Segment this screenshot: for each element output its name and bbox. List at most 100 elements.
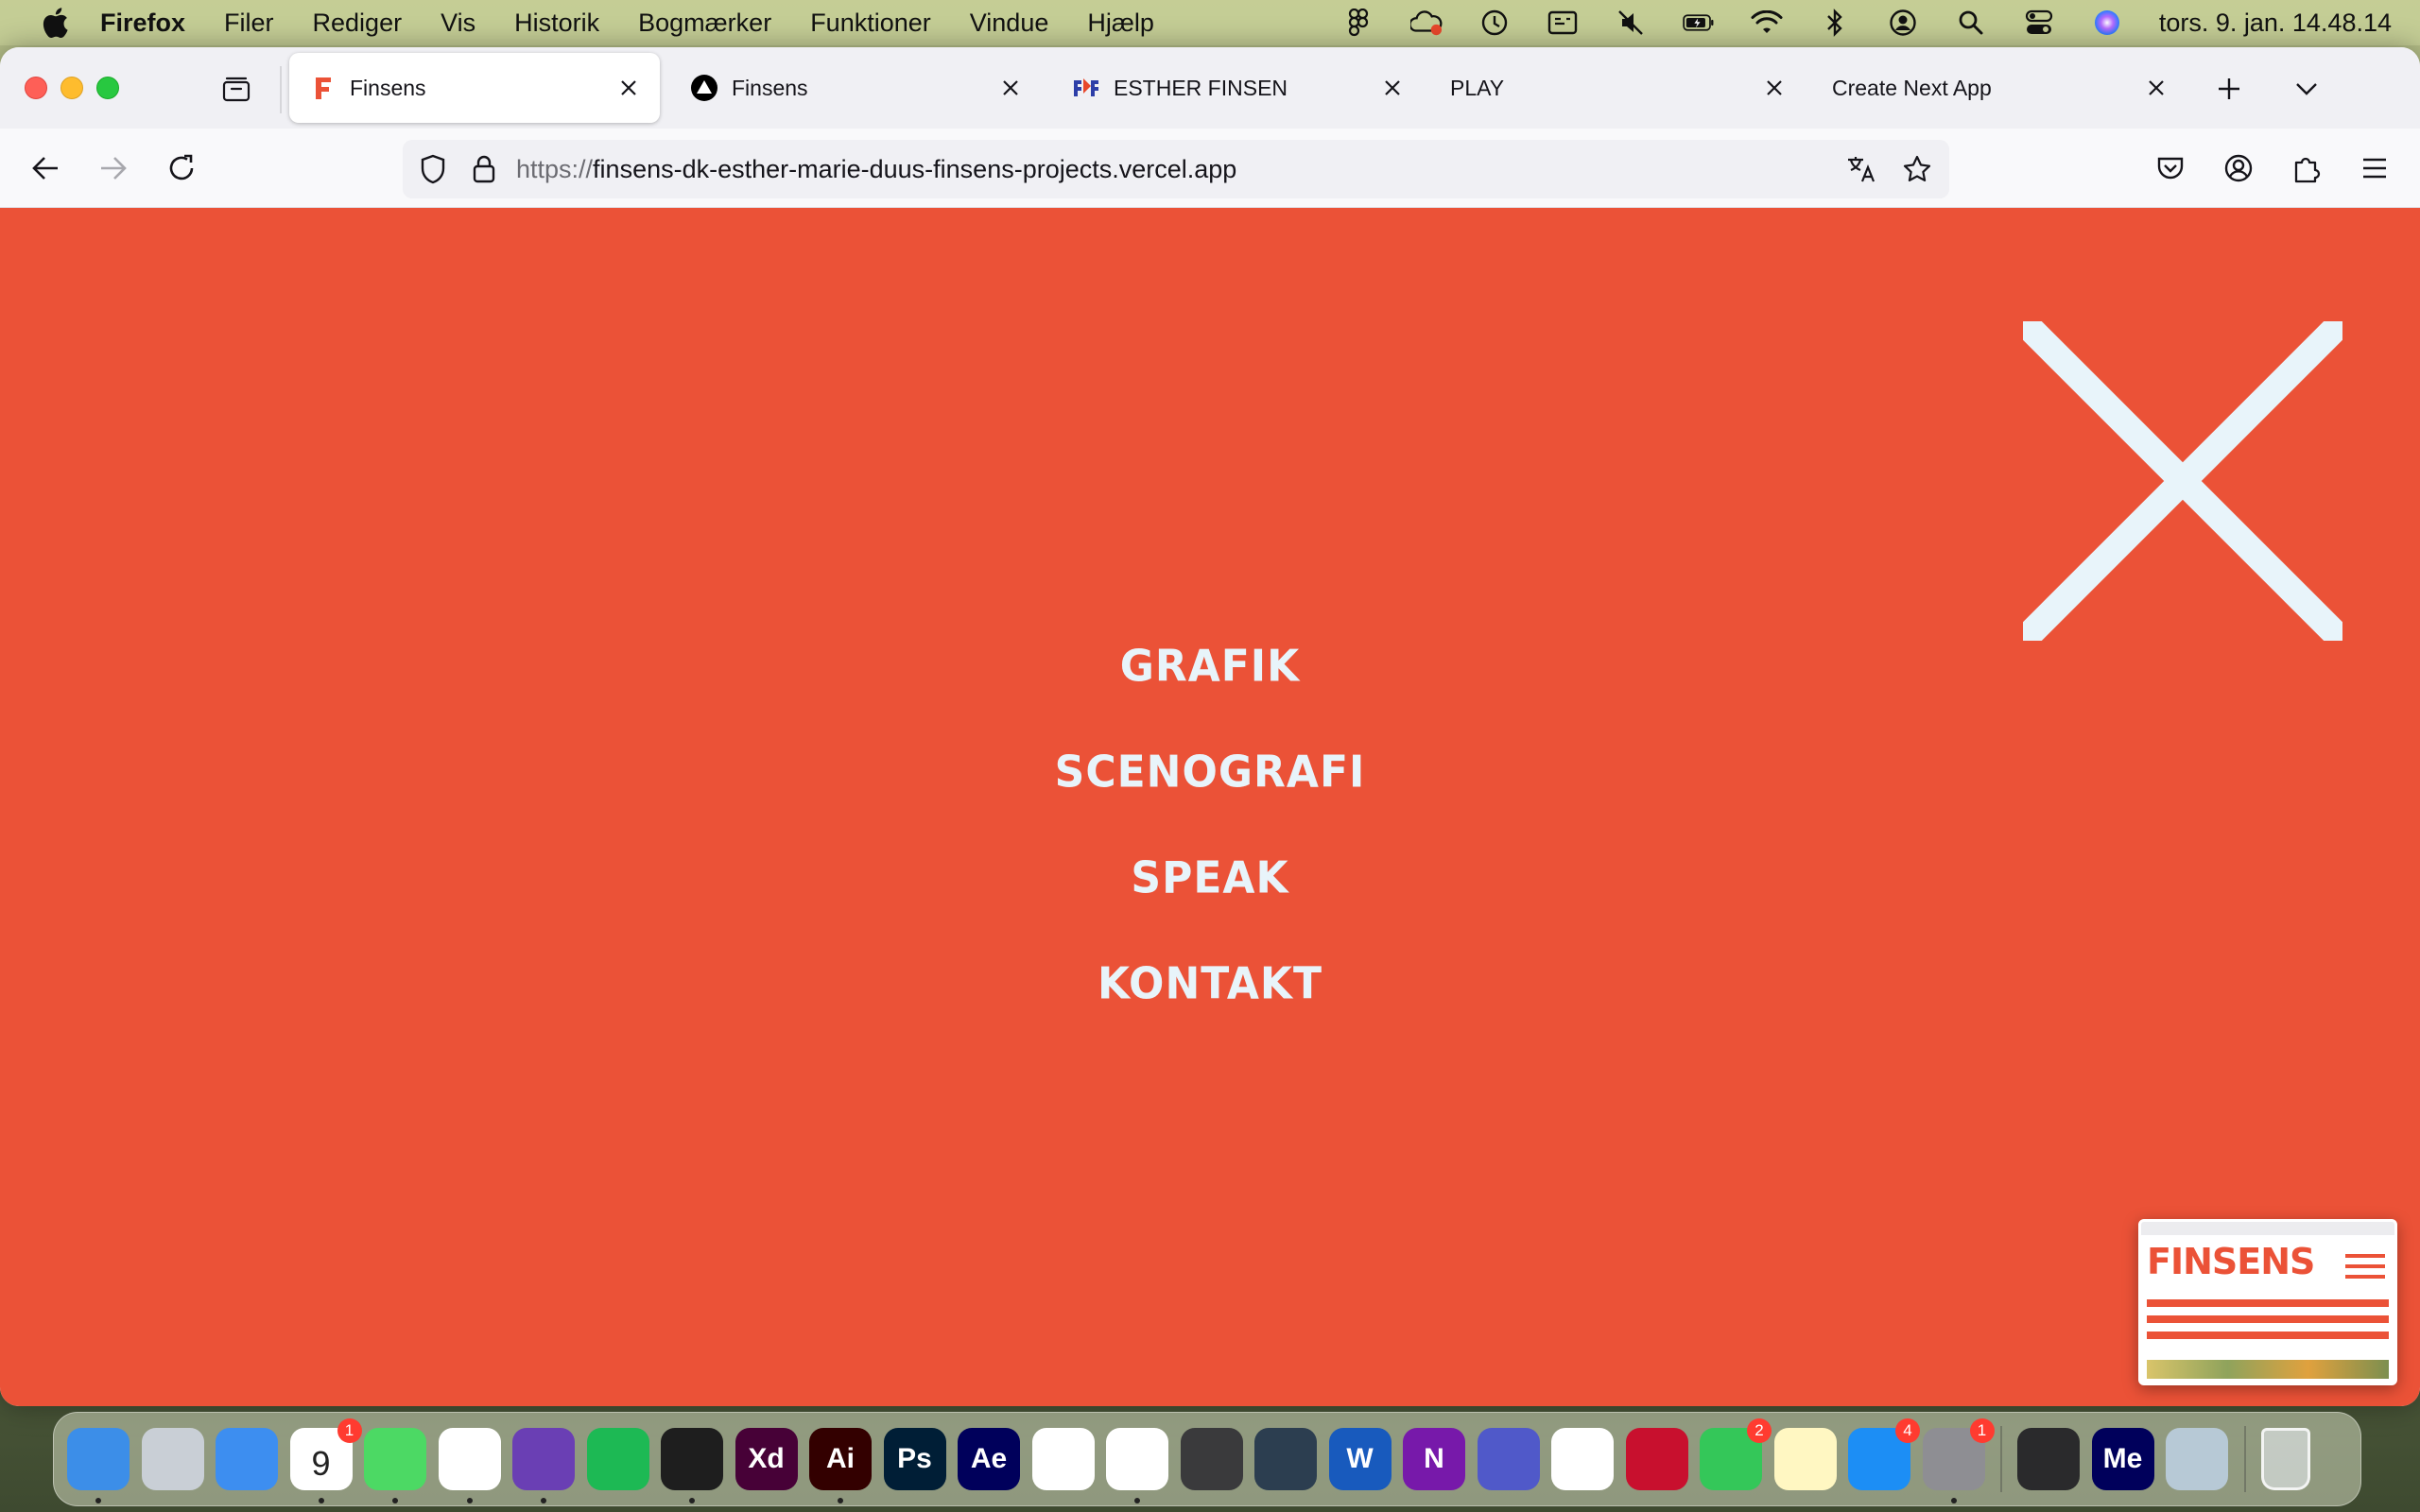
dock-finder-icon[interactable] <box>67 1428 130 1503</box>
translate-icon[interactable] <box>1845 152 1879 186</box>
thumbnail-browser-chrome <box>2141 1222 2394 1235</box>
url-text[interactable]: https://finsens-dk-esther-marie-duus-fin… <box>516 155 1845 184</box>
close-menu-x-icon[interactable] <box>2023 321 2342 641</box>
menu-historik[interactable]: Historik <box>514 9 599 38</box>
dock-spotify-icon[interactable] <box>586 1428 649 1490</box>
dock-media-encoder-icon[interactable]: Me <box>2091 1428 2154 1490</box>
wifi-icon[interactable] <box>1751 7 1783 39</box>
dock-word-icon[interactable]: W <box>1328 1428 1392 1490</box>
menu-vindue[interactable]: Vindue <box>970 9 1049 38</box>
dock-preview-icon[interactable] <box>2166 1428 2228 1490</box>
menu-bogmaerker[interactable]: Bogmærker <box>638 9 771 38</box>
reload-icon[interactable] <box>163 149 200 187</box>
dock-chrome-icon[interactable] <box>438 1428 501 1503</box>
vercel-triangle-icon <box>690 74 718 102</box>
account-icon[interactable] <box>2220 149 2257 187</box>
close-tab-icon[interactable] <box>1760 74 1789 102</box>
dock-teams-icon[interactable] <box>1477 1428 1540 1490</box>
spotlight-icon[interactable] <box>1955 7 1987 39</box>
dock-quicktime-icon[interactable] <box>2017 1428 2080 1490</box>
dock-app-store-icon[interactable]: 4 <box>1848 1418 1920 1490</box>
battery-icon[interactable] <box>1683 7 1715 39</box>
dock-photoshop-icon[interactable]: Ps <box>883 1428 946 1490</box>
menu-app-name[interactable]: Firefox <box>100 9 185 38</box>
dock-illustrator-icon[interactable]: Ai <box>809 1428 872 1503</box>
nav-link-speak[interactable]: SPEAK <box>1131 823 1288 935</box>
dock-system-settings-badge: 1 <box>1969 1418 1995 1443</box>
dock-separator <box>2000 1426 2002 1492</box>
menu-filer[interactable]: Filer <box>224 9 274 38</box>
dock-launchpad-icon[interactable] <box>141 1428 204 1490</box>
tab-finsens-active[interactable]: Finsens <box>289 53 660 123</box>
firefox-view-icon[interactable] <box>219 72 253 106</box>
menu-vis[interactable]: Vis <box>441 9 475 38</box>
close-window-button[interactable] <box>25 77 47 99</box>
dock-photos-icon[interactable] <box>1551 1428 1614 1490</box>
dock-after-effects-icon[interactable]: Ae <box>958 1428 1020 1490</box>
dock-system-settings-icon[interactable]: 1 <box>1922 1418 1995 1503</box>
nav-link-scenografi[interactable]: SCENOGRAFI <box>1055 717 1366 829</box>
dock-photo-booth-icon[interactable] <box>1625 1428 1688 1490</box>
minimize-window-button[interactable] <box>60 77 83 99</box>
timemachine-icon[interactable] <box>1478 7 1511 39</box>
dock-safari-dev-icon[interactable] <box>1180 1428 1243 1490</box>
dock-calendar-label: 9 <box>311 1444 331 1483</box>
nav-link-grafik[interactable]: GRAFIK <box>1120 611 1301 723</box>
zoom-window-button[interactable] <box>96 77 119 99</box>
dock-facetime-icon[interactable]: 2 <box>1700 1418 1772 1490</box>
pocket-icon[interactable] <box>2152 149 2189 187</box>
close-tab-icon[interactable] <box>614 74 643 102</box>
screenshot-thumbnail-preview[interactable]: FINSENS <box>2138 1219 2397 1385</box>
mute-icon[interactable] <box>1615 7 1647 39</box>
dock-notes-icon[interactable] <box>1773 1428 1837 1490</box>
dock-onenote-icon[interactable]: N <box>1403 1428 1465 1490</box>
hamburger-menu-icon[interactable] <box>2356 149 2394 187</box>
siri-icon[interactable] <box>2091 7 2123 39</box>
dock-creative-cloud-icon[interactable] <box>1031 1428 1095 1490</box>
back-arrow-icon[interactable] <box>26 149 64 187</box>
creative-cloud-icon[interactable] <box>1409 7 1443 39</box>
menubar-clock[interactable]: tors. 9. jan. 14.48.14 <box>2159 9 2392 38</box>
dock-paper-plane-icon[interactable] <box>1254 1428 1317 1490</box>
menu-rediger[interactable]: Rediger <box>313 9 403 38</box>
dock-adobe-xd-label: Xd <box>748 1443 785 1474</box>
address-bar[interactable]: https://finsens-dk-esther-marie-duus-fin… <box>403 140 1949 198</box>
menu-funktioner[interactable]: Funktioner <box>810 9 931 38</box>
list-all-tabs-chevron-icon[interactable] <box>2290 72 2324 106</box>
close-tab-icon[interactable] <box>2142 74 2170 102</box>
control-center-icon[interactable] <box>2023 7 2055 39</box>
dock-figma-icon[interactable] <box>661 1428 723 1503</box>
tab-create-next-app[interactable]: Create Next App <box>1817 53 2187 123</box>
tab-strip: Finsens Finsens ESTHER FINSEN PLAY Creat… <box>0 47 2420 129</box>
tab-finsens-vercel[interactable]: Finsens <box>671 53 1042 123</box>
dock-adobe-xd-icon[interactable]: Xd <box>735 1428 798 1490</box>
forward-arrow-icon[interactable] <box>95 149 132 187</box>
bluetooth-icon[interactable] <box>1819 7 1851 39</box>
nav-link-kontakt[interactable]: KONTAKT <box>1098 929 1322 1040</box>
tracking-protection-shield-icon[interactable] <box>416 152 450 186</box>
extensions-puzzle-icon[interactable] <box>2288 149 2325 187</box>
close-tab-icon[interactable] <box>1378 74 1407 102</box>
tab-title: Finsens <box>350 75 426 100</box>
dock-running-indicator <box>1134 1498 1140 1503</box>
lock-icon[interactable] <box>467 152 501 186</box>
tab-play[interactable]: PLAY <box>1435 53 1806 123</box>
dock-trash-icon[interactable] <box>2260 1428 2310 1490</box>
menu-hjaelp[interactable]: Hjælp <box>1087 9 1154 38</box>
dock-vscode-icon[interactable] <box>1106 1428 1168 1503</box>
tab-esther-finsen[interactable]: ESTHER FINSEN <box>1053 53 1424 123</box>
site-navigation-menu: GRAFIK SCENOGRAFI SPEAK KONTAKT <box>0 614 2420 1038</box>
dock-mail-icon[interactable] <box>216 1428 278 1490</box>
user-icon[interactable] <box>1887 7 1919 39</box>
close-tab-icon[interactable] <box>996 74 1025 102</box>
display-icon[interactable] <box>1547 7 1579 39</box>
bookmark-star-icon[interactable] <box>1900 152 1934 186</box>
dock-firefox-icon[interactable] <box>512 1428 575 1503</box>
dock-messages-icon[interactable] <box>364 1428 426 1503</box>
figma-icon[interactable] <box>1342 7 1374 39</box>
thumbnail-footer-image <box>2147 1360 2389 1379</box>
url-host: finsens-dk-esther-marie-duus-finsens-pro… <box>593 154 1237 183</box>
new-tab-plus-icon[interactable] <box>2212 72 2246 106</box>
apple-menu-icon[interactable] <box>36 4 74 42</box>
dock-calendar-icon[interactable]: 91 <box>289 1418 362 1503</box>
